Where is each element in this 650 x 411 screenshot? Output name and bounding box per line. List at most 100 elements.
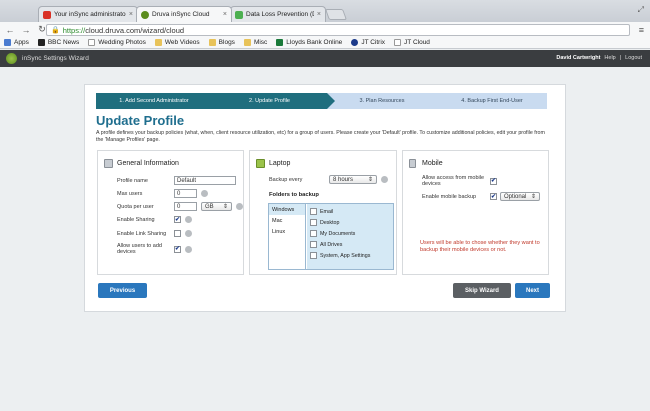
forward-icon[interactable]: → xyxy=(21,25,31,35)
step-plan-resources: 3. Plan Resources xyxy=(327,93,437,109)
dropdown-arrow-icon: ⇕ xyxy=(530,194,536,200)
tab-druva-insync[interactable]: Druva inSync Cloud × xyxy=(136,6,232,22)
mobile-backup-mode-select[interactable]: Optional ⇕ xyxy=(500,192,540,201)
druva-icon xyxy=(141,10,149,19)
skip-wizard-button[interactable]: Skip Wizard xyxy=(453,283,511,298)
close-icon[interactable]: × xyxy=(223,11,227,18)
menu-icon[interactable]: ≡ xyxy=(639,25,644,35)
druva-logo-icon xyxy=(6,53,17,64)
app-title: inSync Settings Wizard xyxy=(22,55,89,62)
mobile-backup-note: Users will be able to chose whether they… xyxy=(420,240,540,253)
app-header: inSync Settings Wizard xyxy=(0,50,650,67)
bookmark-blogs[interactable]: Blogs xyxy=(208,39,235,46)
help-icon[interactable] xyxy=(201,190,208,197)
step-add-admin: 1. Add Second Administrator xyxy=(96,93,220,109)
enable-sharing-checkbox[interactable]: ✔ xyxy=(174,216,181,223)
os-windows[interactable]: Windows xyxy=(269,204,305,215)
bookmark-jt-cloud[interactable]: JT Cloud xyxy=(394,39,430,46)
bookmark-apps[interactable]: Apps xyxy=(4,39,29,46)
user-bar: David Cartwright Help | Logout xyxy=(556,55,642,61)
close-icon[interactable]: × xyxy=(317,11,321,18)
backup-frequency-select[interactable]: 8 hours ⇕ xyxy=(329,175,377,184)
folder-checkbox[interactable] xyxy=(310,219,317,226)
lock-icon: 🔒 xyxy=(51,27,60,34)
new-tab-button[interactable] xyxy=(324,9,348,20)
folders-box: Windows Mac Linux Email Desktop My Docum… xyxy=(268,203,394,270)
bbc-icon xyxy=(37,39,45,46)
os-linux[interactable]: Linux xyxy=(269,226,305,237)
bookmark-misc[interactable]: Misc xyxy=(243,39,267,46)
folder-email[interactable]: Email xyxy=(307,206,393,217)
apps-icon xyxy=(4,39,11,46)
tab-insync-admin[interactable]: Your inSync administrator × xyxy=(38,6,138,22)
max-users-input[interactable]: 0 xyxy=(174,189,197,198)
folder-checkbox[interactable] xyxy=(310,241,317,248)
bookmark-wedding-photos[interactable]: Wedding Photos xyxy=(88,39,146,46)
os-mac[interactable]: Mac xyxy=(269,215,305,226)
bookmark-jt-citrix[interactable]: JT Citrix xyxy=(351,39,385,46)
gmail-icon xyxy=(43,10,51,19)
profile-name-input[interactable]: Default xyxy=(174,176,236,185)
add-devices-row: Allow users to add devices ✔ xyxy=(117,243,192,255)
allow-mobile-access-checkbox[interactable]: ✔ xyxy=(490,177,497,185)
profile-name-row: Profile name Default xyxy=(117,176,236,185)
folder-checkbox[interactable] xyxy=(310,252,317,259)
bookmarks-bar: Apps BBC News Wedding Photos Web Videos … xyxy=(0,37,650,49)
dropdown-arrow-icon: ⇕ xyxy=(367,177,373,183)
folder-all-drives[interactable]: All Drives xyxy=(307,239,393,250)
folder-my-documents[interactable]: My Documents xyxy=(307,228,393,239)
help-link[interactable]: Help xyxy=(604,55,615,61)
enable-mobile-backup-checkbox[interactable]: ✔ xyxy=(490,193,497,200)
step-backup-first-user: 4. Backup First End-User xyxy=(437,93,547,109)
bookmark-lloyds[interactable]: Lloyds Bank Online xyxy=(276,39,342,46)
citrix-icon xyxy=(351,39,359,46)
enable-link-sharing-row: Enable Link Sharing xyxy=(117,230,192,237)
close-icon[interactable]: × xyxy=(129,11,133,18)
folders-title: Folders to backup xyxy=(269,192,319,198)
folder-checkbox[interactable] xyxy=(310,230,317,237)
backup-every-row: Backup every 8 hours ⇕ xyxy=(269,175,388,184)
quota-input[interactable]: 0 xyxy=(174,202,197,211)
folder-desktop[interactable]: Desktop xyxy=(307,217,393,228)
panel-title: General Information xyxy=(117,160,179,167)
help-icon[interactable] xyxy=(381,176,388,183)
help-icon[interactable] xyxy=(185,216,192,223)
laptop-icon xyxy=(256,159,265,168)
mobile-panel: Mobile Allow access from mobile devices … xyxy=(402,150,549,275)
enable-link-sharing-checkbox[interactable] xyxy=(174,230,181,237)
bookmark-web-videos[interactable]: Web Videos xyxy=(154,39,200,46)
help-icon[interactable] xyxy=(185,245,192,253)
address-bar[interactable]: 🔒 https://cloud.druva.com/wizard/cloud xyxy=(46,24,630,36)
back-icon[interactable]: ← xyxy=(5,25,15,35)
max-users-row: Max users 0 xyxy=(117,189,208,198)
document-icon xyxy=(104,159,113,168)
quota-row: Quota per user 0 GB ⇕ xyxy=(117,202,243,211)
page-title: Update Profile xyxy=(96,113,185,128)
previous-button[interactable]: Previous xyxy=(98,283,147,298)
mobile-icon xyxy=(409,159,416,168)
laptop-panel: Laptop Backup every 8 hours ⇕ Folders to … xyxy=(249,150,397,275)
help-icon[interactable] xyxy=(185,230,192,237)
allow-access-row: Allow access from mobile devices ✔ xyxy=(422,175,497,187)
logout-link[interactable]: Logout xyxy=(625,55,642,61)
page-icon xyxy=(394,39,402,46)
separator: | xyxy=(619,55,622,61)
tab-dlp[interactable]: Data Loss Prevention (DLP × xyxy=(230,6,326,22)
folder-checkbox[interactable] xyxy=(310,208,317,215)
folder-list: Email Desktop My Documents All Drives Sy… xyxy=(307,204,393,269)
bookmark-bbc-news[interactable]: BBC News xyxy=(37,39,79,46)
general-information-panel: General Information Profile name Default… xyxy=(97,150,244,275)
folder-icon xyxy=(208,39,216,46)
next-button[interactable]: Next xyxy=(515,283,550,298)
os-list: Windows Mac Linux xyxy=(269,204,306,269)
help-icon[interactable] xyxy=(236,203,243,210)
folder-system-app-settings[interactable]: System, App Settings xyxy=(307,250,393,261)
puzzle-icon xyxy=(235,10,243,19)
add-devices-checkbox[interactable]: ✔ xyxy=(174,245,181,253)
folder-icon xyxy=(243,39,251,46)
fullscreen-icon[interactable]: ⤢ xyxy=(638,5,644,15)
user-name: David Cartwright xyxy=(556,55,601,61)
quota-unit-select[interactable]: GB ⇕ xyxy=(201,202,232,211)
browser-tabstrip: Your inSync administrator × Druva inSync… xyxy=(0,0,650,22)
enable-mobile-backup-row: Enable mobile backup ✔ Optional ⇕ xyxy=(422,192,540,201)
